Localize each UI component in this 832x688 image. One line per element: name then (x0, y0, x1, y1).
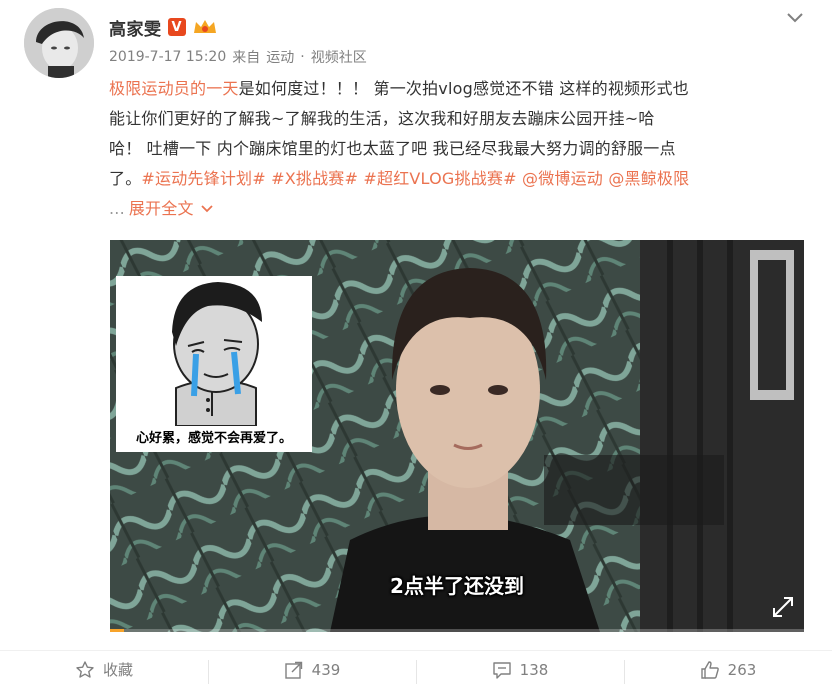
hashtag-link[interactable]: #运动先锋计划# (141, 169, 265, 188)
user-name-row: 高家雯 V (109, 14, 218, 40)
member-crown-icon[interactable] (192, 17, 218, 37)
weibo-post-card: 高家雯 V 2019-7-17 15:20 来自 运动 · 视频社区 极限运动员… (0, 0, 832, 688)
meme-caption: 心好累，感觉不会再爱了。 (135, 431, 292, 446)
meme-sticker: 心好累，感觉不会再爱了。 (116, 276, 312, 452)
repost-count: 439 (311, 660, 341, 679)
post-line-1-text: 是如何度过！！！ 第一次拍vlog感觉还不错 这样的视频形式也 (238, 79, 689, 98)
post-meta: 2019-7-17 15:20 来自 运动 · 视频社区 (109, 47, 367, 67)
source-prefix: 来自 (232, 50, 261, 66)
hashtag-link[interactable]: #X挑战赛# (271, 169, 358, 188)
source-app-link[interactable]: 运动 (266, 47, 294, 67)
post-line-1: 极限运动员的一天是如何度过！！！ 第一次拍vlog感觉还不错 这样的视频形式也 (109, 74, 809, 104)
avatar[interactable] (24, 8, 94, 78)
comment-button[interactable]: 138 (416, 651, 624, 688)
fullscreen-icon[interactable] (770, 594, 796, 620)
repost-button[interactable]: 439 (208, 651, 416, 688)
star-icon (76, 660, 94, 678)
like-count: 263 (727, 660, 757, 679)
expand-full-text-link[interactable]: 展开全文 (129, 194, 194, 224)
ellipsis: ... (109, 199, 125, 218)
hashtag-link[interactable]: #超红VLOG挑战赛# (363, 169, 516, 188)
video-progress-fill (110, 629, 124, 632)
meta-separator: · (300, 49, 305, 65)
crying-face-icon (172, 282, 262, 426)
favorite-button[interactable]: 收藏 (0, 651, 208, 688)
post-line-4: 了。#运动先锋计划# #X挑战赛# #超红VLOG挑战赛# @微博运动 @黑鲸极… (109, 164, 809, 194)
chevron-down-icon[interactable] (784, 6, 806, 28)
video-progress-bar[interactable] (110, 629, 804, 632)
expand-chevron-icon[interactable] (198, 202, 216, 216)
post-date[interactable]: 2019-7-17 15:20 (109, 49, 226, 65)
post-line-3: 哈！ 吐槽一下 内个蹦床馆里的灯也太蓝了吧 我已经尽我最大努力调的舒服一点 (109, 139, 676, 158)
community-link[interactable]: 视频社区 (311, 47, 367, 67)
user-name[interactable]: 高家雯 (109, 15, 162, 40)
comment-count: 138 (519, 660, 549, 679)
repost-icon (284, 661, 302, 679)
action-bar: 收藏 439 138 263 (0, 650, 832, 688)
video-subtitle: 2点半了还没到 (390, 574, 524, 598)
favorite-label: 收藏 (102, 661, 133, 679)
mention-link[interactable]: @微博运动 (522, 169, 603, 188)
topic-highlight-link[interactable]: 极限运动员的一天 (109, 79, 239, 98)
video-player[interactable]: 心好累，感觉不会再爱了。 2点半了还没到 (110, 240, 804, 632)
comment-icon (492, 661, 511, 679)
verified-badge[interactable]: V (167, 18, 186, 36)
post-line-2: 能让你们更好的了解我~了解我的生活，这次我和好朋友去蹦床公园开挂~哈 (109, 109, 655, 128)
mention-link[interactable]: @黑鲸极限 (608, 169, 689, 188)
expand-row: ... 展开全文 (109, 194, 809, 224)
thumbs-up-icon (700, 660, 719, 679)
like-button[interactable]: 263 (624, 651, 832, 688)
post-line-4-prefix: 了。 (109, 169, 142, 188)
post-text: 极限运动员的一天是如何度过！！！ 第一次拍vlog感觉还不错 这样的视频形式也 … (109, 74, 809, 224)
